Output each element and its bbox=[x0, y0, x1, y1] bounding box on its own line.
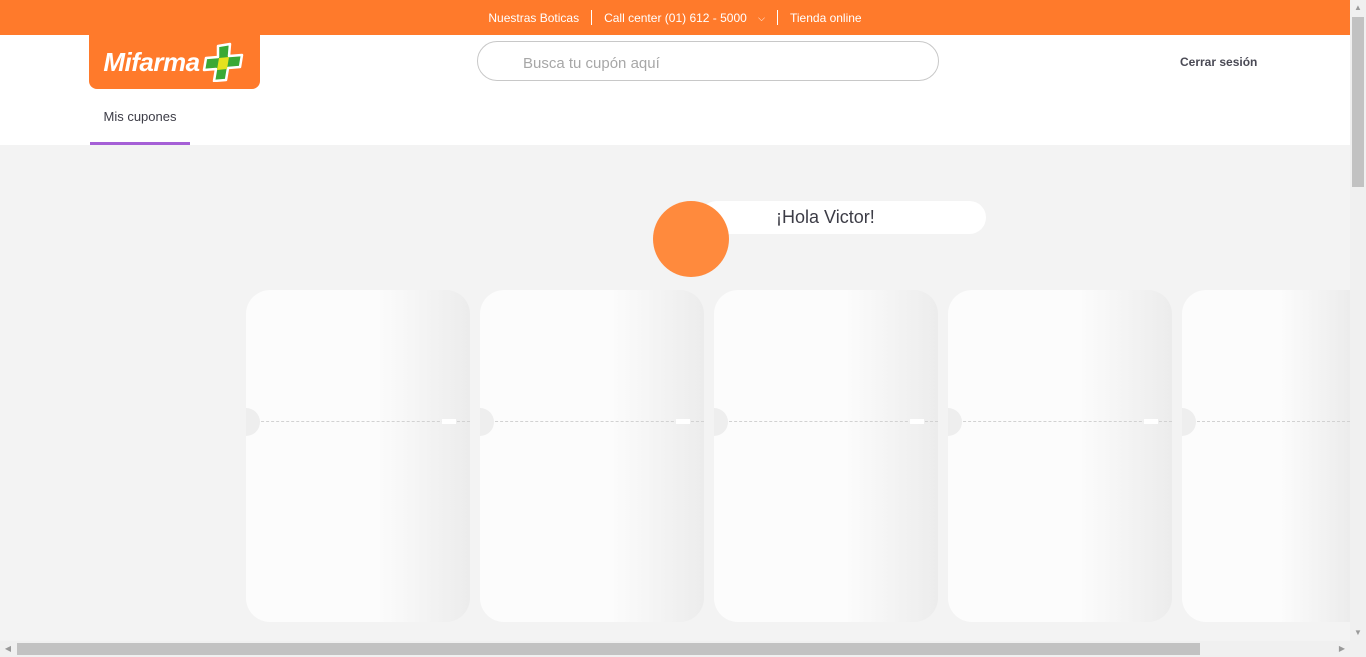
card-notch bbox=[480, 408, 494, 436]
card-divider bbox=[246, 421, 470, 422]
plus-cross-icon bbox=[202, 42, 243, 82]
card-divider bbox=[714, 421, 938, 422]
mifarma-logo[interactable]: Mifarma bbox=[89, 35, 260, 89]
logout-button[interactable]: Cerrar sesión bbox=[1180, 55, 1257, 69]
card-notch bbox=[1182, 408, 1196, 436]
tab-mis-cupones[interactable]: Mis cupones bbox=[90, 101, 190, 145]
coupon-card[interactable] bbox=[480, 290, 704, 622]
tienda-online-link[interactable]: Tienda online bbox=[778, 11, 874, 25]
card-divider bbox=[480, 421, 704, 422]
coupon-card[interactable] bbox=[1182, 290, 1350, 622]
card-divider bbox=[948, 421, 1172, 422]
nuestras-boticas-link[interactable]: Nuestras Boticas bbox=[476, 11, 591, 25]
scroll-left-icon[interactable]: ◀ bbox=[0, 641, 16, 657]
call-center-dropdown[interactable]: Call center (01) 612 - 5000 ⌵ bbox=[592, 11, 777, 25]
coupon-card[interactable] bbox=[948, 290, 1172, 622]
card-notch-mark bbox=[910, 419, 924, 424]
greeting-banner: ¡Hola Victor! bbox=[700, 201, 986, 234]
card-notch-mark bbox=[442, 419, 456, 424]
vertical-scrollbar[interactable]: ▲ ▼ bbox=[1350, 0, 1366, 641]
scrollbar-corner bbox=[1350, 641, 1366, 657]
card-divider bbox=[1182, 421, 1350, 422]
scroll-down-icon[interactable]: ▼ bbox=[1350, 625, 1366, 641]
card-notch-mark bbox=[676, 419, 690, 424]
scroll-up-icon[interactable]: ▲ bbox=[1350, 0, 1366, 16]
horizontal-scrollbar[interactable]: ◀ ▶ bbox=[0, 641, 1350, 657]
coupon-card[interactable] bbox=[714, 290, 938, 622]
greeting-text: ¡Hola Victor! bbox=[776, 207, 875, 227]
coupon-search bbox=[477, 41, 939, 81]
card-notch bbox=[714, 408, 728, 436]
header: Mifarma Cerrar sesión Mis cupones bbox=[0, 35, 1350, 145]
avatar bbox=[653, 201, 729, 277]
top-bar: Nuestras Boticas Call center (01) 612 - … bbox=[0, 0, 1350, 35]
card-notch-mark bbox=[1144, 419, 1158, 424]
vertical-scroll-thumb[interactable] bbox=[1352, 17, 1364, 187]
call-center-label: Call center (01) 612 - 5000 bbox=[604, 10, 747, 25]
horizontal-scroll-thumb[interactable] bbox=[17, 643, 1200, 655]
logo-text: Mifarma bbox=[103, 46, 200, 77]
coupon-card[interactable] bbox=[246, 290, 470, 622]
search-input[interactable] bbox=[521, 52, 925, 74]
card-notch bbox=[948, 408, 962, 436]
card-notch bbox=[246, 408, 260, 436]
scroll-right-icon[interactable]: ▶ bbox=[1334, 641, 1350, 657]
chevron-down-icon: ⌵ bbox=[758, 12, 765, 23]
